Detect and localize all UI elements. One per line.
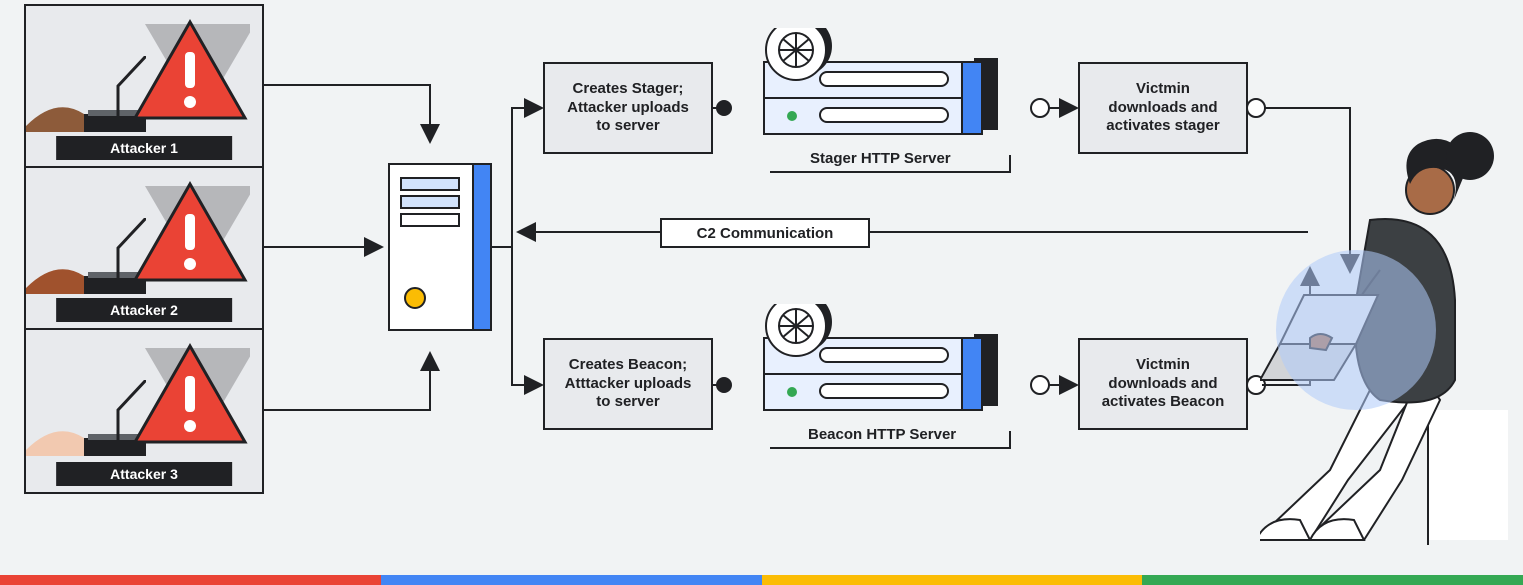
diagram-canvas: Attacker 1 Attacker 2 Attacker 3 Creates… — [0, 0, 1523, 585]
hand-keyboard-icon — [26, 56, 146, 146]
box-text: Creates Stager; Attacker uploads to serv… — [567, 80, 689, 136]
warning-icon — [130, 342, 250, 452]
creates-beacon-box: Creates Beacon; Atttacker uploads to ser… — [543, 338, 713, 430]
attacker-label: Attacker 3 — [56, 462, 232, 486]
footer-segment — [1142, 575, 1523, 585]
c2-label-box: C2 Communication — [660, 218, 870, 248]
attacker-cell: Attacker 3 — [26, 330, 262, 492]
attacker-cell: Attacker 2 — [26, 168, 262, 330]
footer-segment — [381, 575, 762, 585]
warning-icon — [130, 18, 250, 128]
box-text: Victmin downloads and activates stager — [1106, 80, 1219, 136]
victim-stager-box: Victmin downloads and activates stager — [1078, 62, 1248, 154]
team-server-icon — [385, 160, 495, 340]
box-text: Victmin downloads and activates Beacon — [1102, 356, 1225, 412]
box-text: Creates Beacon; Atttacker uploads to ser… — [565, 356, 692, 412]
beacon-server-icon — [740, 304, 1020, 444]
attackers-column: Attacker 1 Attacker 2 Attacker 3 — [24, 4, 264, 494]
stager-server-label: Stager HTTP Server — [810, 150, 951, 167]
footer-segment — [762, 575, 1143, 585]
hand-keyboard-icon — [26, 380, 146, 470]
stager-server-icon — [740, 28, 1020, 168]
footer-brand-bar — [0, 575, 1523, 585]
attacker-cell: Attacker 1 — [26, 6, 262, 168]
warning-icon — [130, 180, 250, 290]
c2-label: C2 Communication — [697, 225, 834, 242]
creates-stager-box: Creates Stager; Attacker uploads to serv… — [543, 62, 713, 154]
attacker-label: Attacker 1 — [56, 136, 232, 160]
attacker-label: Attacker 2 — [56, 298, 232, 322]
victim-person-icon — [1260, 120, 1510, 550]
hand-keyboard-icon — [26, 218, 146, 308]
victim-beacon-box: Victmin downloads and activates Beacon — [1078, 338, 1248, 430]
footer-segment — [0, 575, 381, 585]
beacon-server-label: Beacon HTTP Server — [808, 426, 956, 443]
